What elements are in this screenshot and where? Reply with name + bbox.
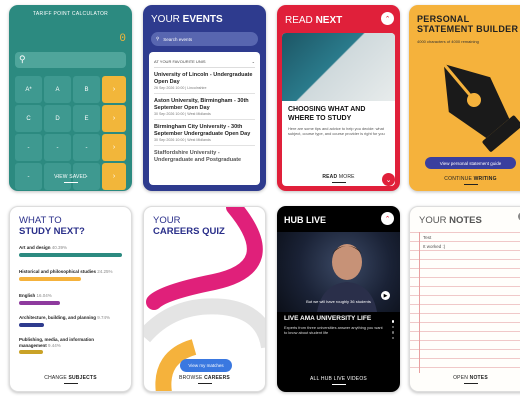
tariff-title: TARIFF POINT CALCULATOR [32,11,109,17]
careers-quiz-card: YOUR CAREERS QUIZ View my matches BROWSE … [143,206,266,392]
chevron-icon[interactable]: › [102,105,126,132]
note-line: Test [423,235,432,240]
subject-row[interactable]: Architecture, building, and planning 9.7… [19,315,122,327]
list-item[interactable]: Birmingham City University - 30th Septem… [154,120,255,146]
article-heading: CHOOSING WHAT AND WHERE TO STUDY [288,106,366,122]
grade-key[interactable]: D [44,105,71,132]
chevron-down-icon: ⌄ [251,59,255,64]
grade-key[interactable]: E [73,105,100,132]
events-title: YOUR EVENTS [151,14,223,25]
chevron-up-icon[interactable]: ⌃ [381,12,394,25]
study-next-card: WHAT TO STUDY NEXT? Art and design 40.39%… [9,206,132,392]
subject-row[interactable]: Historical and philosophical studies 24.… [19,269,122,281]
hub-live-card: HUB LIVE ⌃ But we will have roughly 36 s… [277,206,400,392]
chevron-down-icon[interactable]: ⌄ [382,173,395,186]
tariff-side-keys: › › › › [102,76,126,190]
subject-row[interactable]: Publishing, media, and information manag… [19,337,122,354]
list-item[interactable]: Staffordshire University - Undergraduate… [154,146,255,166]
subject-bar [19,350,44,354]
note-line: It worked :) [423,244,446,249]
statement-title: PERSONAL STATEMENT BUILDER [417,14,519,34]
subject-bar [19,322,44,327]
tariff-search[interactable]: ⚲ [15,52,126,68]
video-heading: LIVE AMA UNIVERSITY LIFE [284,315,372,322]
grade-key[interactable]: C [15,105,42,132]
grade-key[interactable]: - [44,134,71,161]
read-next-title: READ NEXT [285,15,343,26]
chevron-up-icon[interactable]: ⌃ [381,212,394,225]
margin-line [419,232,420,373]
events-filter[interactable]: AT YOUR FAVOURITE UNIS ⌄ [154,56,255,68]
events-search-input[interactable]: ⚲ Search events [151,32,258,46]
article-panel[interactable]: CHOOSING WHAT AND WHERE TO STUDY Here ar… [282,33,395,186]
subject-bar [19,252,122,257]
subject-bar [19,276,81,281]
subject-bar [19,300,60,305]
grade-key[interactable]: A [44,76,71,103]
hub-live-title: HUB LIVE [284,215,327,225]
continue-writing-link[interactable]: CONTINUE WRITING [409,176,520,185]
pen-nib-icon [442,63,520,152]
grade-key[interactable]: A* [15,76,42,103]
statement-builder-card: PERSONAL STATEMENT BUILDER 4000 character… [409,5,520,191]
video-description: Experts from three universities answer a… [284,325,383,335]
play-icon[interactable]: ▶ [381,291,390,300]
tariff-calculator-card: TARIFF POINT CALCULATOR 0 ⚲ A* A B C D E… [9,5,132,191]
grade-key[interactable]: - [73,134,100,161]
browse-careers-link[interactable]: BROWSE CAREERS [144,375,265,384]
search-icon: ⚲ [19,54,26,64]
article-image [282,33,395,101]
video-caption: But we will have roughly 36 students [306,299,371,304]
study-title: WHAT TO STUDY NEXT? [19,215,85,237]
view-matches-button[interactable]: View my matches [180,359,232,372]
notes-title: YOUR NOTES [419,215,482,226]
carousel-dots[interactable] [391,320,394,339]
change-subjects-link[interactable]: CHANGE SUBJECTS [10,375,131,384]
article-summary: Here are some tips and advice to help yo… [288,126,385,136]
events-list: AT YOUR FAVOURITE UNIS ⌄ University of Li… [149,52,260,185]
search-icon: ⚲ [156,36,160,41]
subject-row[interactable]: Art and design 40.39% [19,245,122,257]
grade-key[interactable]: B [73,76,100,103]
subject-row[interactable]: English 16.04% [19,293,122,305]
grade-key[interactable]: - [15,134,42,161]
all-videos-link[interactable]: ALL HUB LIVE VIDEOS [277,376,400,385]
character-counter: 4000 characters of 4000 remaining [417,39,479,44]
list-item[interactable]: University of Lincoln - Undergraduate Op… [154,68,255,94]
events-card: YOUR EVENTS ⚲ Search events AT YOUR FAVO… [143,5,266,191]
notes-card: YOUR NOTES ⋯ Test It worked :) OPEN NOTE… [409,206,520,392]
list-item[interactable]: Aston University, Birmingham - 30th Sept… [154,94,255,120]
chevron-icon[interactable]: › [102,134,126,161]
view-guide-button[interactable]: View personal statement guide [425,157,516,169]
notes-paper[interactable] [410,232,520,373]
chevron-icon[interactable]: › [102,76,126,103]
grade-keypad: A* A B C D E - - - - - - [15,76,100,190]
tariff-display: 0 [119,33,126,45]
read-next-card: READ NEXT ⌃ CHOOSING WHAT AND WHERE TO S… [277,5,400,191]
view-saved-link[interactable]: VIEW SAVED [9,174,132,183]
open-notes-link[interactable]: OPEN NOTES [410,375,520,384]
